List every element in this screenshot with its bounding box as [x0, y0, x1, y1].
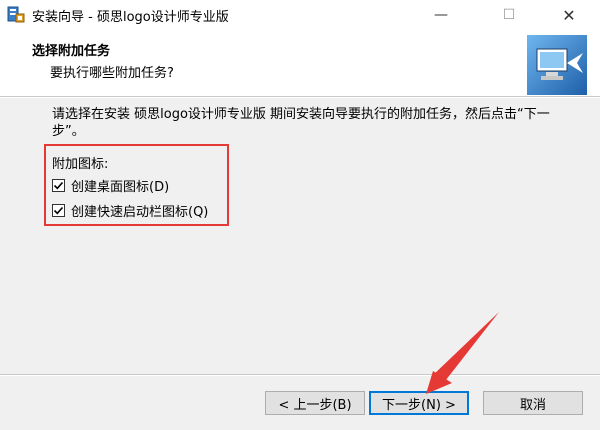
minimize-button[interactable]: — — [418, 0, 464, 30]
next-button[interactable]: 下一步(N) > — [369, 391, 469, 415]
wizard-header: 选择附加任务 要执行哪些附加任务? — [0, 30, 600, 96]
icons-group-label: 附加图标: — [52, 157, 109, 172]
wizard-body: 请选择在安装 硕思logo设计师专业版 期间安装向导要执行的附加任务，然后点击“… — [0, 98, 600, 374]
back-button[interactable]: < 上一步(B) — [265, 391, 365, 415]
cancel-button[interactable]: 取消 — [483, 391, 583, 415]
task-quicklaunch-icon-label: 创建快速启动栏图标(Q) — [71, 205, 209, 220]
page-subtitle: 要执行哪些附加任务? — [50, 66, 174, 81]
maximize-button[interactable]: ☐ — [486, 0, 532, 30]
task-quicklaunch-icon[interactable]: 创建快速启动栏图标(Q) — [52, 201, 208, 220]
computer-install-icon — [527, 35, 587, 95]
window-title: 安装向导 - 硕思logo设计师专业版 — [32, 10, 229, 25]
description-text: 请选择在安装 硕思logo设计师专业版 期间安装向导要执行的附加任务，然后点击“… — [52, 107, 550, 139]
task-desktop-icon-label: 创建桌面图标(D) — [71, 180, 170, 195]
page-title: 选择附加任务 — [32, 44, 111, 59]
close-button[interactable]: ✕ — [546, 0, 592, 30]
checkbox-checked-icon[interactable] — [52, 179, 65, 192]
task-desktop-icon[interactable]: 创建桌面图标(D) — [52, 176, 169, 195]
checkbox-checked-icon[interactable] — [52, 204, 65, 217]
installer-icon — [7, 6, 25, 24]
title-bar: 安装向导 - 硕思logo设计师专业版 — ☐ ✕ — [0, 0, 600, 30]
